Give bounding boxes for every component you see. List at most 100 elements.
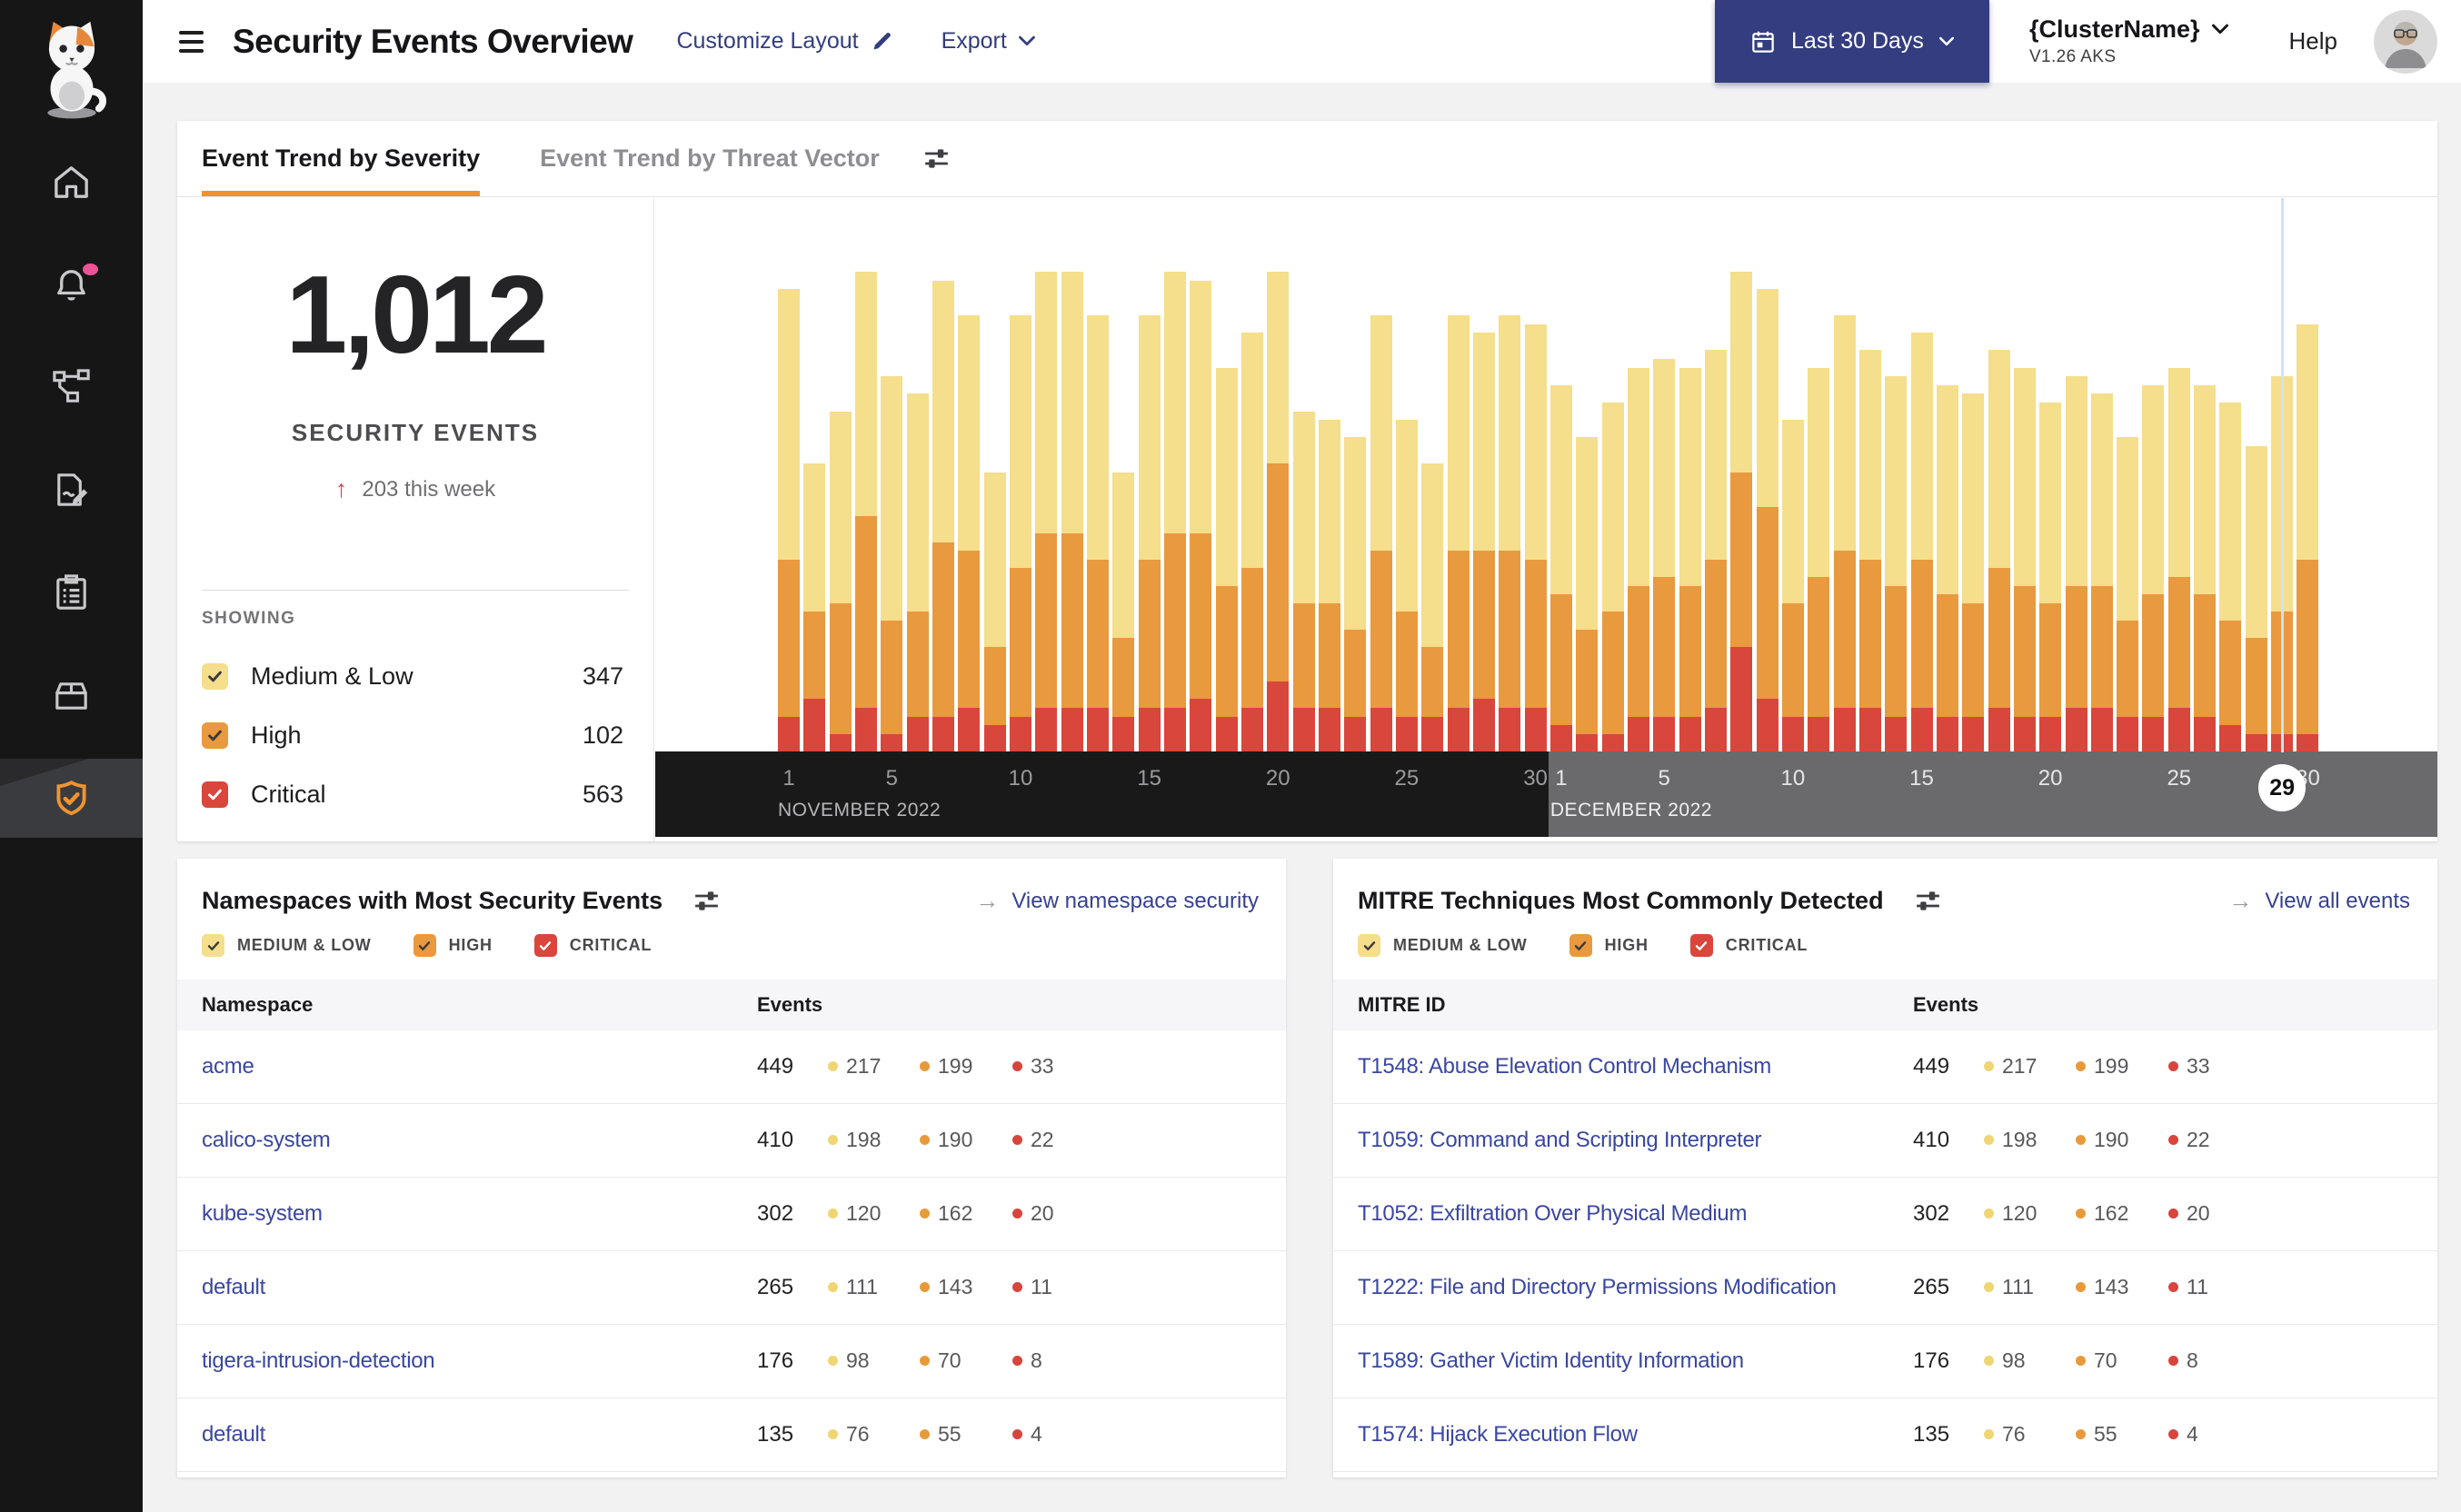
medium_low-checkbox[interactable] (1358, 934, 1380, 957)
current-day-marker[interactable]: 29 (2258, 764, 2307, 811)
bar-day-dec-27[interactable] (2219, 403, 2242, 751)
namespace-link[interactable]: default (202, 1422, 265, 1447)
bar-day-nov-3[interactable] (829, 411, 852, 751)
sidebar-item-compliance-reports[interactable] (0, 542, 143, 644)
namespace-link[interactable]: kube-system (202, 1201, 323, 1227)
sidebar-item-security-events[interactable] (0, 747, 143, 850)
bar-day-dec-16[interactable] (1936, 384, 1958, 751)
medium_low-checkbox[interactable] (202, 934, 224, 957)
bar-day-dec-6[interactable] (1679, 367, 1701, 751)
bar-day-dec-3[interactable] (1601, 403, 1624, 751)
view-all-events-link[interactable]: → View all events (2228, 887, 2410, 915)
namespace-link[interactable]: tigera-intrusion-detection (202, 1348, 435, 1374)
bar-day-dec-13[interactable] (1858, 350, 1881, 751)
bar-day-dec-22[interactable] (2090, 393, 2113, 751)
severity-trend-chart[interactable]: 1 5 10 15 20 25 30 1 5 10 15 20 25 30 NOVEMBER 2022 DEC… (655, 198, 2437, 841)
cluster-selector[interactable]: {ClusterName} V1.26 AKS (2029, 15, 2229, 67)
bar-day-dec-2[interactable] (1576, 437, 1599, 751)
sidebar-item-home[interactable] (0, 131, 143, 234)
high-checkbox[interactable] (202, 722, 228, 749)
calico-cat-logo[interactable] (0, 0, 143, 120)
mitre-technique-link[interactable]: T1548: Abuse Elevation Control Mechanism (1358, 1054, 1771, 1079)
bar-day-dec-18[interactable] (1988, 350, 2010, 751)
bar-day-dec-28[interactable] (2245, 446, 2267, 751)
namespace-link[interactable]: default (202, 1275, 265, 1300)
critical-checkbox[interactable] (1689, 934, 1713, 957)
mitre-technique-link[interactable]: T1222: File and Directory Permissions Mo… (1358, 1275, 1837, 1300)
critical-checkbox[interactable] (533, 934, 557, 957)
export-button[interactable]: Export (942, 28, 1036, 55)
sidebar-item-policies[interactable] (0, 439, 143, 542)
bar-day-nov-6[interactable] (906, 393, 929, 751)
bar-day-nov-30[interactable] (1524, 323, 1547, 751)
bar-day-dec-8[interactable] (1730, 272, 1753, 751)
help-link[interactable]: Help (2289, 27, 2337, 55)
bar-day-nov-26[interactable] (1421, 463, 1444, 751)
bar-day-nov-22[interactable] (1318, 420, 1340, 751)
bar-day-nov-21[interactable] (1292, 411, 1315, 751)
bar-day-dec-30[interactable] (2297, 323, 2319, 751)
bar-day-nov-5[interactable] (881, 376, 903, 751)
mitre-technique-link[interactable]: T1052: Exfiltration Over Physical Medium (1358, 1201, 1747, 1227)
bar-day-dec-21[interactable] (2065, 376, 2087, 751)
tab-event-trend-by-severity[interactable]: Event Trend by Severity (202, 121, 481, 196)
bar-day-nov-28[interactable] (1472, 333, 1495, 751)
bar-day-dec-4[interactable] (1627, 367, 1649, 751)
bar-day-nov-12[interactable] (1061, 272, 1083, 751)
bar-day-nov-17[interactable] (1190, 280, 1212, 751)
mitre-technique-link[interactable]: T1574: Hijack Execution Flow (1358, 1422, 1638, 1447)
bar-day-nov-13[interactable] (1086, 315, 1109, 751)
bar-day-nov-1[interactable] (778, 289, 800, 751)
bar-day-nov-24[interactable] (1370, 315, 1392, 751)
hamburger-menu-icon[interactable] (174, 25, 209, 58)
bar-day-nov-23[interactable] (1344, 437, 1367, 751)
bar-day-nov-15[interactable] (1138, 315, 1161, 751)
customize-layout-link[interactable]: Customize Layout (676, 28, 893, 55)
bar-day-nov-10[interactable] (1009, 315, 1031, 751)
bar-day-dec-12[interactable] (1833, 315, 1856, 751)
bar-day-dec-26[interactable] (2194, 384, 2217, 751)
bar-day-dec-10[interactable] (1781, 420, 1804, 751)
user-avatar[interactable] (2374, 9, 2437, 74)
critical-checkbox[interactable] (202, 781, 228, 808)
bar-day-dec-11[interactable] (1808, 367, 1830, 751)
medium_low-checkbox[interactable] (202, 663, 228, 690)
high-checkbox[interactable] (1569, 934, 1592, 957)
bar-day-nov-19[interactable] (1240, 333, 1263, 751)
high-checkbox[interactable] (413, 934, 436, 957)
card-filter-settings-button[interactable] (1913, 886, 1943, 916)
bar-day-nov-11[interactable] (1035, 272, 1058, 751)
bar-day-dec-19[interactable] (2013, 367, 2036, 751)
bar-day-dec-1[interactable] (1549, 384, 1572, 751)
tab-event-trend-by-threat-vector[interactable]: Event Trend by Threat Vector (540, 121, 880, 196)
bar-day-nov-7[interactable] (932, 280, 954, 751)
bar-day-dec-7[interactable] (1704, 350, 1727, 751)
bar-day-dec-20[interactable] (2039, 403, 2062, 751)
view-namespace-security-link[interactable]: → View namespace security (975, 887, 1259, 915)
namespace-link[interactable]: calico-system (202, 1128, 331, 1153)
bar-day-dec-24[interactable] (2142, 384, 2165, 751)
mitre-technique-link[interactable]: T1589: Gather Victim Identity Informatio… (1358, 1348, 1744, 1374)
bar-day-dec-5[interactable] (1653, 359, 1676, 751)
mitre-technique-link[interactable]: T1059: Command and Scripting Interpreter (1358, 1128, 1762, 1153)
bar-day-nov-18[interactable] (1215, 367, 1238, 751)
bar-day-nov-29[interactable] (1499, 315, 1521, 751)
sidebar-item-alerts[interactable] (0, 234, 143, 336)
bar-day-dec-17[interactable] (1962, 393, 1985, 751)
sidebar-item-service-graph[interactable] (0, 336, 143, 439)
bar-day-nov-4[interactable] (854, 272, 877, 751)
bar-day-dec-25[interactable] (2167, 367, 2190, 751)
bar-day-nov-20[interactable] (1267, 272, 1290, 751)
bar-day-nov-25[interactable] (1395, 420, 1418, 751)
date-range-button[interactable]: Last 30 Days (1715, 0, 1989, 83)
bar-day-dec-15[interactable] (1910, 333, 1933, 751)
trend-filter-settings-button[interactable] (922, 144, 952, 174)
bar-day-nov-14[interactable] (1112, 472, 1135, 751)
bar-day-nov-27[interactable] (1447, 315, 1470, 751)
bar-day-dec-23[interactable] (2117, 437, 2139, 751)
bar-day-nov-16[interactable] (1163, 272, 1186, 751)
bar-day-nov-2[interactable] (803, 463, 826, 751)
bar-day-dec-9[interactable] (1756, 289, 1778, 751)
namespace-link[interactable]: acme (202, 1054, 254, 1079)
bar-day-nov-9[interactable] (983, 472, 1006, 751)
